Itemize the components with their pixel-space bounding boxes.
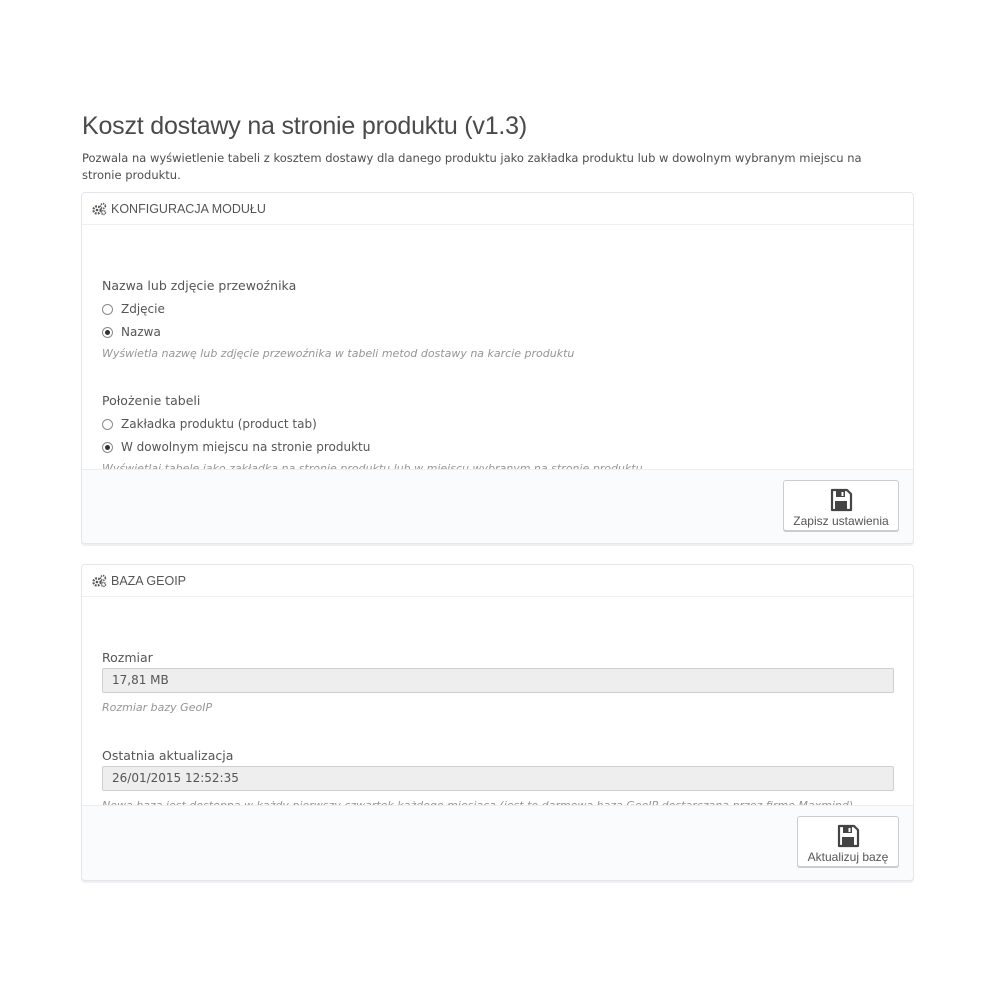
radio-button[interactable] <box>102 418 113 430</box>
last-update-field[interactable]: 26/01/2015 12:52:35 <box>102 766 894 791</box>
geoip-panel-heading: BAZA GEOIP <box>82 565 913 597</box>
save-icon <box>830 488 853 512</box>
geoip-panel-footer: Aktualizuj bazę <box>82 805 913 880</box>
radio-button[interactable] <box>102 326 113 338</box>
save-icon <box>837 824 860 848</box>
radio-carrier-name[interactable]: Nazwa <box>102 325 161 339</box>
cogs-icon <box>92 574 107 587</box>
page-title: Koszt dostawy na stronie produktu (v1.3) <box>82 112 528 140</box>
size-field[interactable]: 17,81 MB <box>102 668 894 693</box>
carrier-display-label: Nazwa lub zdjęcie przewoźnika <box>102 278 297 293</box>
radio-label: Zakładka produktu (product tab) <box>121 417 317 431</box>
table-position-label: Położenie tabeli <box>102 393 201 408</box>
carrier-display-help: Wyświetla nazwę lub zdjęcie przewoźnika … <box>102 347 575 360</box>
size-label: Rozmiar <box>102 650 153 665</box>
config-panel-footer: Zapisz ustawienia <box>82 469 913 543</box>
radio-label: Zdjęcie <box>121 302 165 316</box>
config-panel-heading: KONFIGURACJA MODUŁU <box>82 193 913 225</box>
radio-position-product-tab[interactable]: Zakładka produktu (product tab) <box>102 417 317 431</box>
update-database-button[interactable]: Aktualizuj bazę <box>797 816 899 867</box>
last-update-label: Ostatnia aktualizacja <box>102 748 234 763</box>
radio-carrier-image[interactable]: Zdjęcie <box>102 302 165 316</box>
geoip-panel: BAZA GEOIP Rozmiar 17,81 MB Rozmiar bazy… <box>81 564 914 881</box>
size-help: Rozmiar bazy GeoIP <box>102 701 213 714</box>
page-description: Pozwala na wyświetlenie tabeli z kosztem… <box>82 151 862 182</box>
radio-button[interactable] <box>102 303 113 315</box>
update-database-label: Aktualizuj bazę <box>807 850 889 864</box>
cogs-icon <box>92 202 107 215</box>
radio-position-anywhere[interactable]: W dowolnym miejscu na stronie produktu <box>102 440 370 454</box>
radio-button[interactable] <box>102 441 113 453</box>
config-panel-title: KONFIGURACJA MODUŁU <box>111 201 266 216</box>
save-settings-label: Zapisz ustawienia <box>793 514 889 528</box>
config-panel: KONFIGURACJA MODUŁU Nazwa lub zdjęcie pr… <box>81 192 914 544</box>
geoip-panel-title: BAZA GEOIP <box>111 573 187 588</box>
save-settings-button[interactable]: Zapisz ustawienia <box>783 480 899 531</box>
radio-label: W dowolnym miejscu na stronie produktu <box>121 440 371 454</box>
radio-label: Nazwa <box>121 325 161 339</box>
